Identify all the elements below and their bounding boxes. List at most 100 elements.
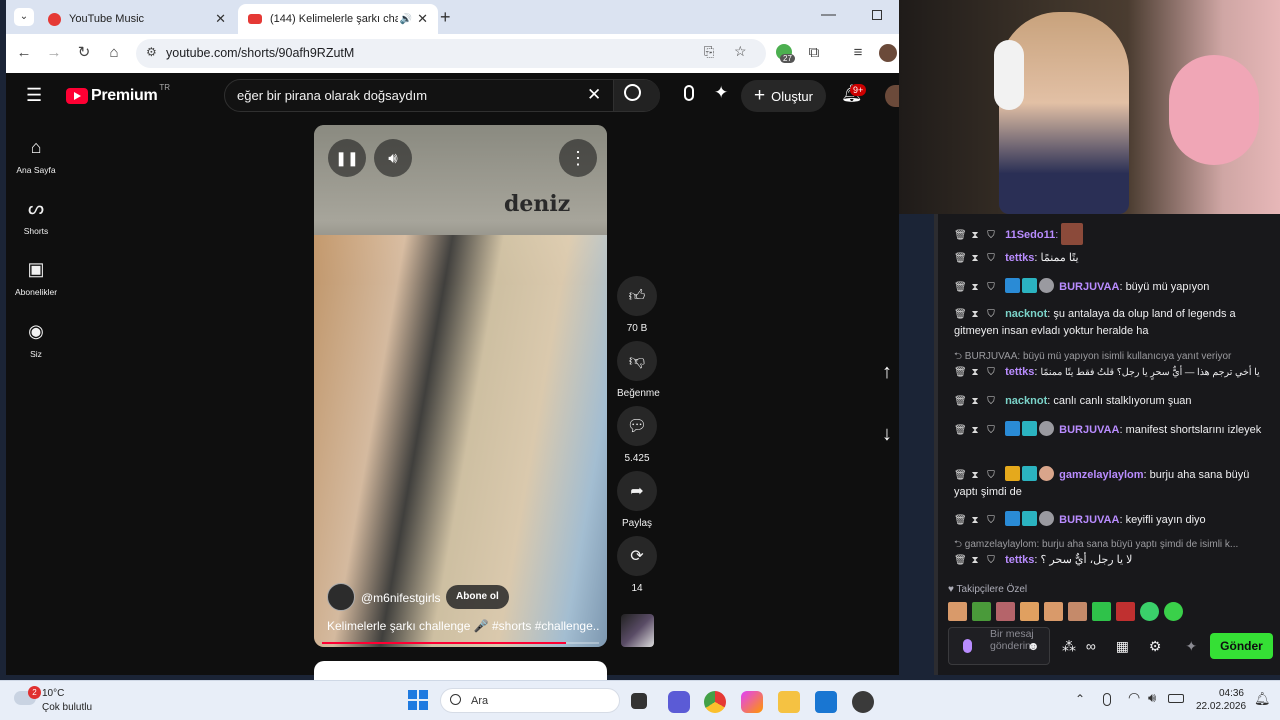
next-short-arrow-icon[interactable]: ↓ (882, 423, 892, 446)
tab-youtube-music[interactable]: YouTube Music ✕ (38, 4, 236, 34)
media-controls-icon[interactable]: ≡ (848, 43, 868, 63)
chat-message[interactable]: 🗑︎ ⧗ ⛉ gamzelaylaylom: burju aha sana büyü… (954, 466, 1272, 501)
clock[interactable]: 04:36 22.02.2026 (1196, 687, 1246, 713)
microphone-icon[interactable] (1103, 693, 1111, 706)
ban-icon[interactable]: ⛉ (986, 393, 996, 410)
sidebar-item-home[interactable]: ⌂ Ana Sayfa (6, 137, 66, 175)
weather-widget[interactable]: 2 10°C Çok bulutlu (14, 686, 124, 715)
chat-username[interactable]: gamzelaylaylom (1059, 469, 1143, 481)
ai-assist-icon[interactable]: ✦ (714, 83, 728, 103)
show-hidden-icons[interactable]: ⌃ (1075, 692, 1085, 706)
like-action[interactable]: 👍︎ 70 B (617, 276, 657, 334)
minimize-window-button[interactable]: — (821, 6, 836, 23)
chat-message[interactable]: 🗑︎ ⧗ ⛉ BURJUVAA: keyifli yayın diyo (954, 511, 1272, 529)
channel-name[interactable]: @m6nifestgirls (361, 591, 441, 605)
volume-icon[interactable]: 🔊︎ (1148, 690, 1156, 706)
chat-username[interactable]: BURJUVAA (1059, 281, 1119, 293)
dislike-action[interactable]: 👎︎ Beğenme (617, 341, 660, 399)
timeout-icon[interactable]: ⧗ (970, 364, 980, 381)
emote-cat-icon[interactable] (1068, 602, 1087, 621)
like-icon[interactable]: 👍︎ (617, 276, 657, 316)
timeout-icon[interactable]: ⧗ (970, 306, 980, 323)
sidebar-item-shorts[interactable]: ᔕ Shorts (6, 198, 66, 236)
chrome-icon[interactable] (704, 691, 726, 713)
bookmark-star-icon[interactable]: ☆ (734, 43, 747, 60)
site-info-icon[interactable]: ⚙ (146, 45, 157, 59)
chat-message[interactable]: 🗑︎ ⧗ ⛉ tettks: يتًا ممنمًا (954, 250, 1272, 267)
delete-icon[interactable]: 🗑︎ (954, 250, 967, 267)
tab-youtube-shorts[interactable]: (144) Kelimelerle şarkı challe 🔊 ✕ (238, 4, 438, 34)
bits-icon[interactable]: ⁂ (1062, 638, 1076, 654)
chat-username[interactable]: BURJUVAA (1059, 424, 1119, 436)
more-options-icon[interactable]: ⋮ (559, 139, 597, 177)
delete-icon[interactable]: 🗑︎ (954, 227, 967, 244)
delete-icon[interactable]: 🗑︎ (954, 422, 967, 439)
notification-bell-icon[interactable]: 🔔︎ (1254, 691, 1271, 707)
delete-icon[interactable]: 🗑︎ (954, 393, 967, 410)
short-title[interactable]: Kelimelerle şarkı challenge 🎤 #shorts #c… (327, 619, 599, 633)
ban-icon[interactable]: ⛉ (986, 422, 996, 439)
ban-icon[interactable]: ⛉ (986, 364, 996, 381)
timeout-icon[interactable]: ⧗ (970, 393, 980, 410)
microphone-icon[interactable] (963, 639, 972, 653)
maximize-window-button[interactable] (872, 10, 882, 20)
share-icon[interactable]: ➦ (617, 471, 657, 511)
emote-angry-icon[interactable] (1116, 602, 1135, 621)
create-button[interactable]: + Oluştur (741, 80, 826, 112)
audio-playing-icon[interactable]: 🔊 (400, 14, 412, 25)
battery-icon[interactable] (1168, 694, 1184, 703)
delete-icon[interactable]: 🗑︎ (954, 279, 967, 296)
remix-action[interactable]: ⟳ 14 (617, 536, 657, 594)
chat-username[interactable]: nacknot (1005, 395, 1047, 407)
close-tab-icon[interactable]: ✕ (417, 11, 428, 27)
previous-short-arrow-icon[interactable]: ↑ (882, 361, 892, 384)
youtube-logo[interactable]: Premium TR (66, 83, 170, 105)
extensions-puzzle-icon[interactable]: ⧉ (804, 43, 824, 63)
emote-cat-icon[interactable] (1044, 602, 1063, 621)
copilot-icon[interactable] (668, 691, 690, 713)
chat-username[interactable]: tettks (1005, 252, 1034, 264)
ban-icon[interactable]: ⛉ (986, 279, 996, 296)
chat-message[interactable]: 🗑︎ ⧗ ⛉ nacknot: canlı canlı stalklıyorum ş… (954, 393, 1272, 410)
chat-username[interactable]: BURJUVAA (1059, 514, 1119, 526)
app-icon[interactable] (852, 691, 874, 713)
ban-icon[interactable]: ⛉ (986, 552, 996, 569)
delete-icon[interactable]: 🗑︎ (954, 512, 967, 529)
infinity-icon[interactable]: ∞ (1086, 638, 1096, 654)
timeout-icon[interactable]: ⧗ (970, 467, 980, 484)
start-button[interactable] (408, 690, 428, 710)
clear-search-icon[interactable]: ✕ (587, 85, 601, 105)
sidebar-item-you[interactable]: ◉ Siz (6, 321, 66, 359)
tab-search-icon[interactable]: ⌄ (14, 8, 34, 26)
sidebar-item-subscriptions[interactable]: ▣ Abonelikler (6, 259, 66, 297)
progress-track[interactable] (322, 642, 599, 644)
subscribe-button[interactable]: Abone ol (446, 585, 509, 609)
chat-username[interactable]: tettks (1005, 554, 1034, 566)
pause-button[interactable]: ❚❚ (328, 139, 366, 177)
ban-icon[interactable]: ⛉ (986, 306, 996, 323)
search-input[interactable] (237, 88, 577, 103)
ban-icon[interactable]: ⛉ (986, 467, 996, 484)
chat-username[interactable]: 11Sedo11 (1005, 229, 1055, 241)
ban-icon[interactable]: ⛉ (986, 512, 996, 529)
timeout-icon[interactable]: ⧗ (970, 227, 980, 244)
comment-icon[interactable]: 💬︎ (617, 406, 657, 446)
ban-icon[interactable]: ⛉ (986, 250, 996, 267)
profile-avatar[interactable] (879, 44, 897, 62)
sound-thumbnail[interactable] (621, 614, 654, 647)
timeout-icon[interactable]: ⧗ (970, 279, 980, 296)
emote-cat-icon[interactable] (948, 602, 967, 621)
chat-message[interactable]: 🗑︎ ⧗ ⛉ BURJUVAA: manifest shortslarını izl… (954, 421, 1272, 439)
emote-face-icon[interactable] (996, 602, 1015, 621)
chat-username[interactable]: tettks (1005, 366, 1034, 378)
new-tab-button[interactable]: + (440, 7, 451, 28)
timeout-icon[interactable]: ⧗ (970, 552, 980, 569)
dislike-icon[interactable]: 👎︎ (617, 341, 657, 381)
forward-icon[interactable]: → (44, 43, 64, 63)
delete-icon[interactable]: 🗑︎ (954, 467, 967, 484)
short-video-player[interactable]: deniz ❚❚ 🔊︎ ⋮ @m6nifestgirls Abone ol Ke… (314, 125, 607, 647)
store-icon[interactable] (815, 691, 837, 713)
close-tab-icon[interactable]: ✕ (215, 11, 226, 27)
reload-icon[interactable]: ↻ (74, 43, 94, 63)
chat-message[interactable]: 🗑︎ ⧗ ⛉ tettks: لا يا رجل، أيٌّ سحر ؟ (954, 552, 1272, 569)
